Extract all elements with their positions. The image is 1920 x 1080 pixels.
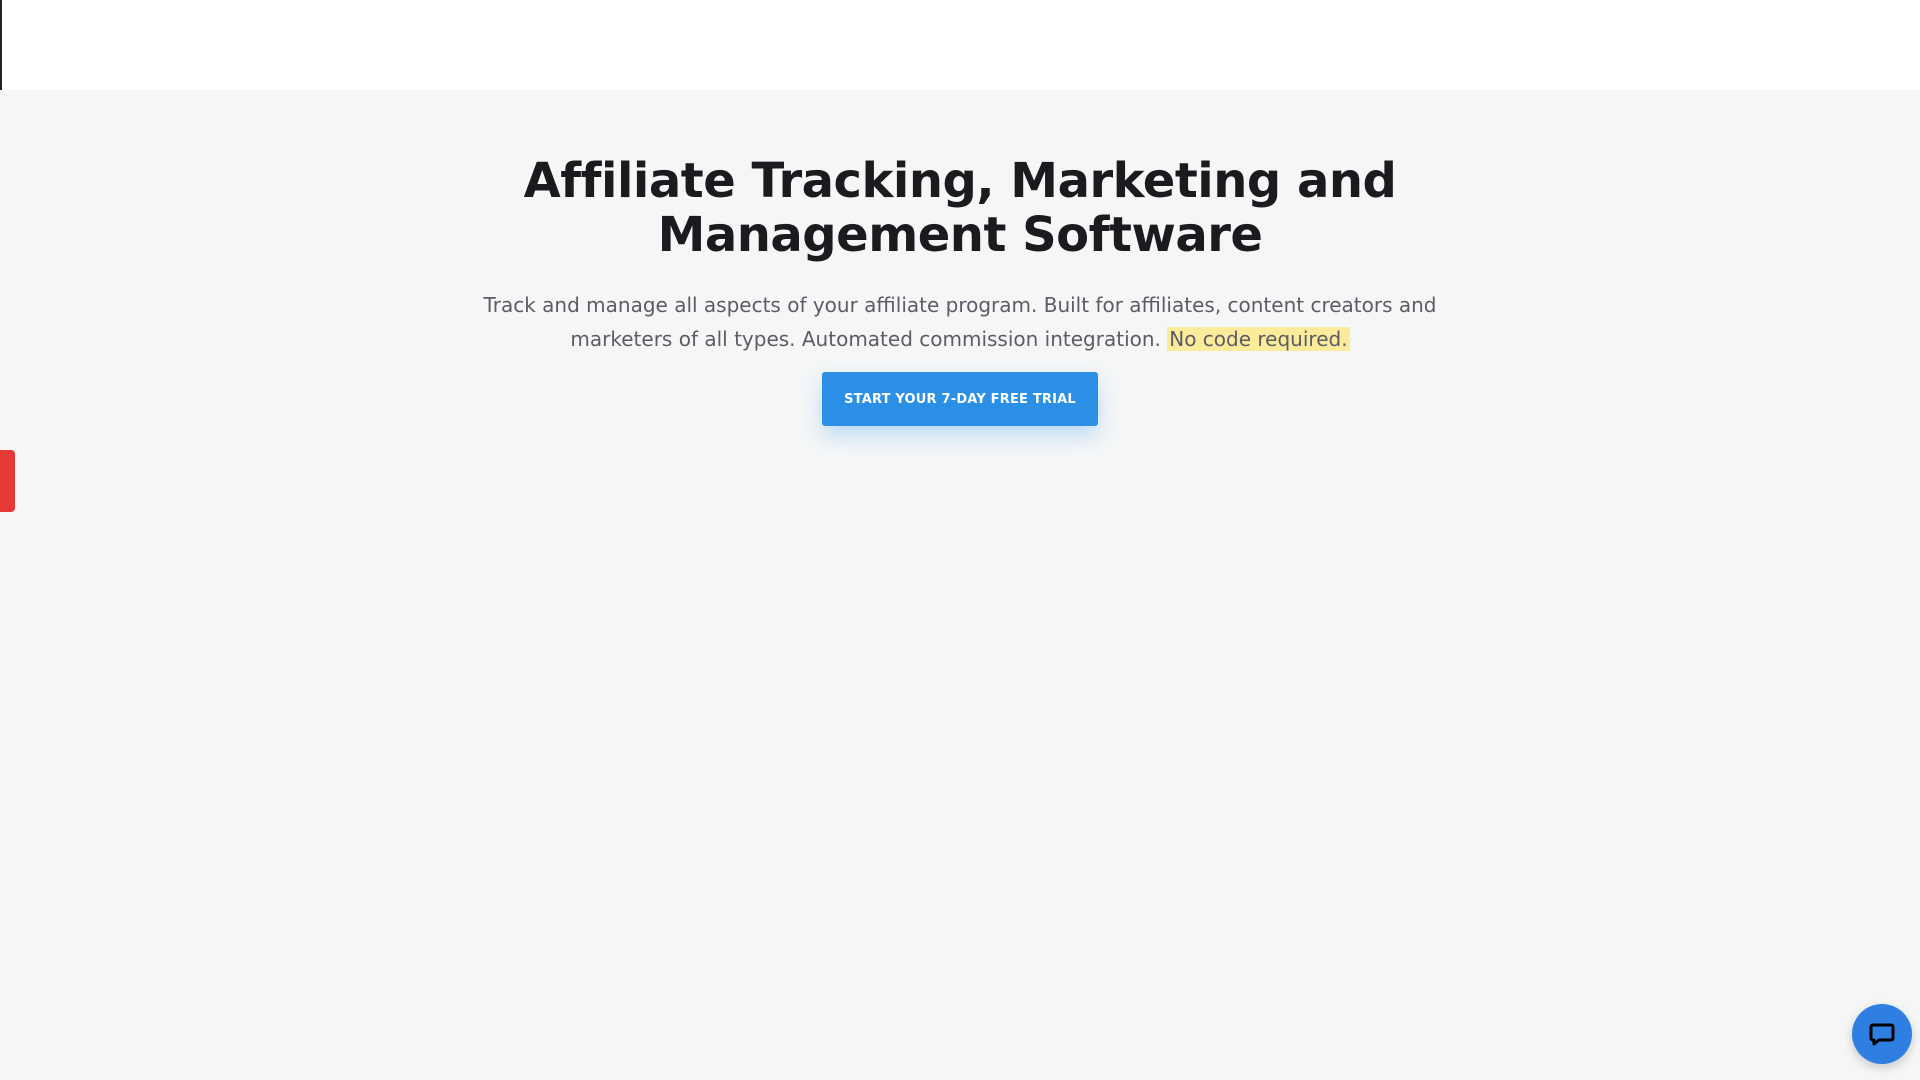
start-free-trial-button[interactable]: START YOUR 7-DAY FREE TRIAL — [822, 372, 1098, 426]
chat-bubble-icon — [1869, 1023, 1895, 1046]
page-edge-divider — [0, 0, 2, 90]
hero-subtitle: Track and manage all aspects of your aff… — [470, 288, 1450, 356]
hero-section: Affiliate Tracking, Marketing and Manage… — [0, 90, 1920, 1080]
no-code-highlight: No code required. — [1167, 327, 1350, 351]
chat-launcher-button[interactable] — [1852, 1004, 1912, 1064]
hero-title: Affiliate Tracking, Marketing and Manage… — [523, 153, 1397, 263]
side-feedback-tab[interactable] — [0, 450, 15, 512]
top-navigation-bar — [0, 0, 1920, 90]
